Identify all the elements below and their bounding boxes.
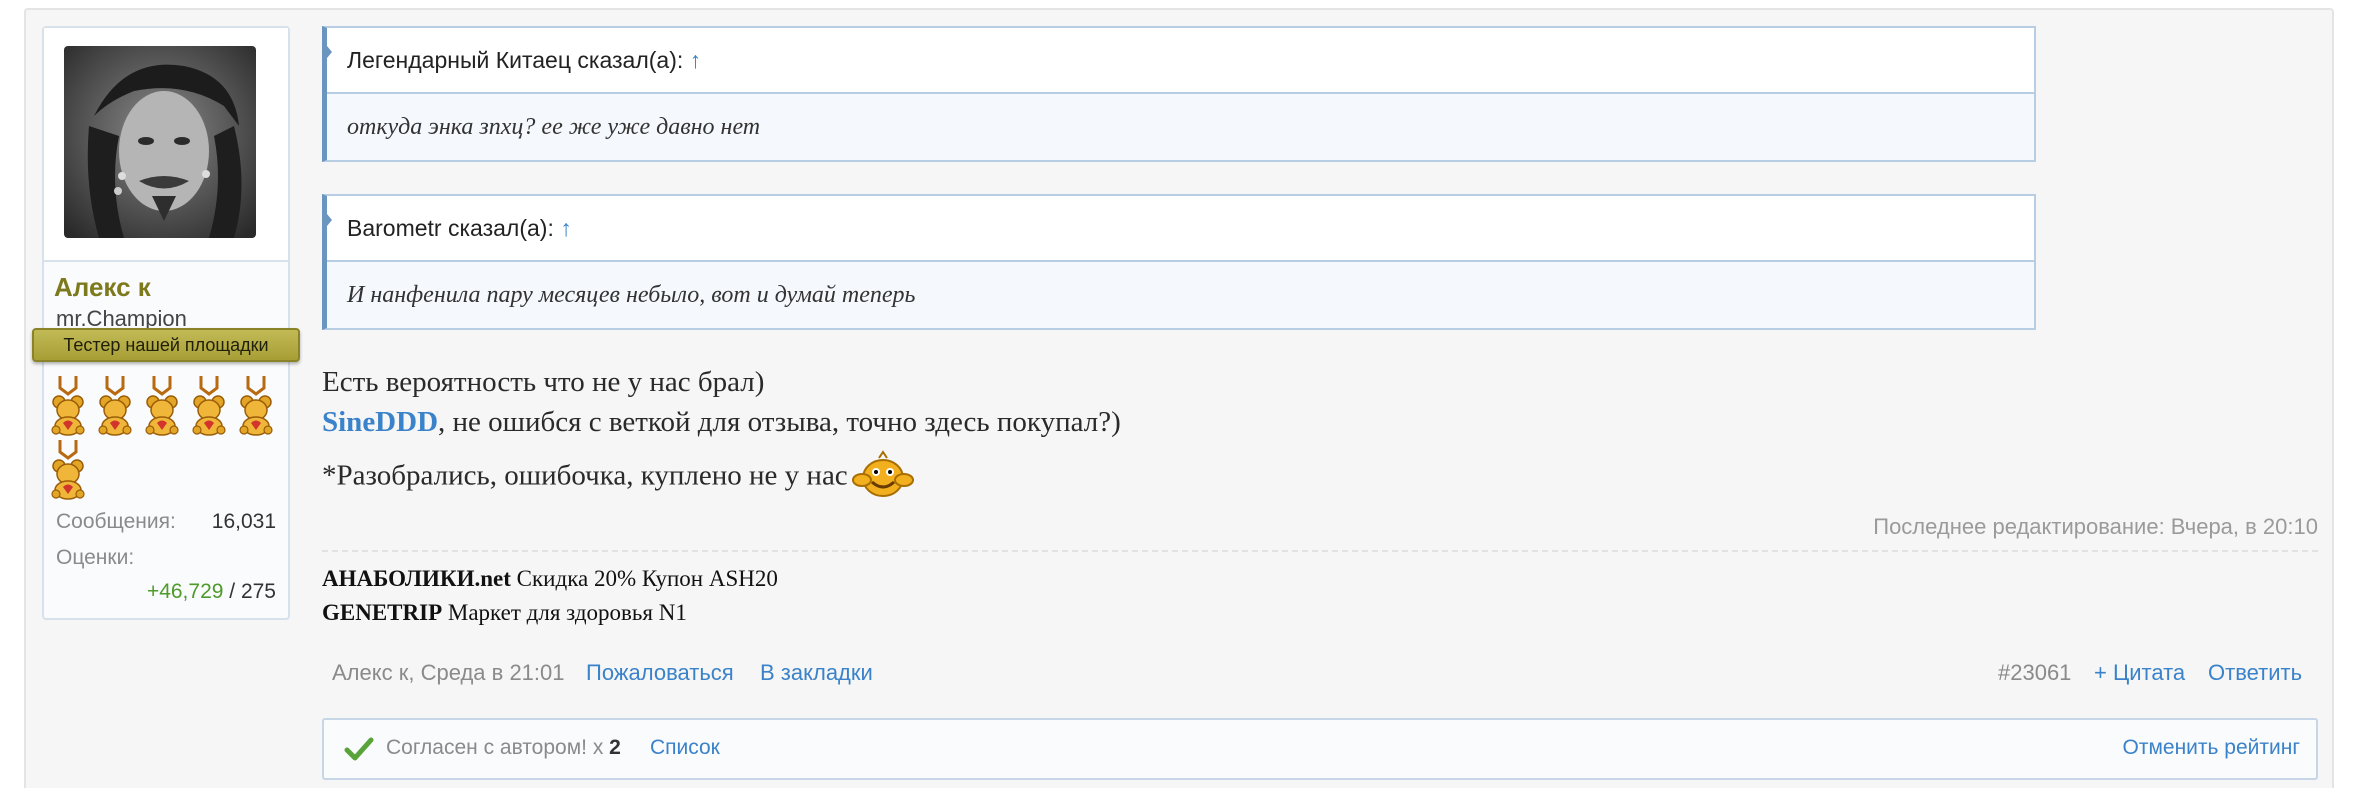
- user-mention-link[interactable]: SineDDD: [322, 406, 438, 438]
- likes-count: 2: [609, 736, 621, 759]
- trophy-medal-icon[interactable]: [91, 374, 138, 438]
- quote-author: Легендарный Китаец сказал(а):: [347, 47, 684, 73]
- message-line: SineDDD, не ошибся с веткой для отзыва, …: [322, 406, 1121, 439]
- stat-ratings-label: Оценки:: [56, 546, 135, 569]
- trophy-medal-icon[interactable]: [185, 374, 232, 438]
- message-line: Есть вероятность что не у нас брал): [322, 366, 765, 398]
- trophy-medal-icon[interactable]: [232, 374, 279, 438]
- likes-bar: Согласен с автором! x 2 Список Отменить …: [322, 718, 2318, 780]
- bookmark-link[interactable]: В закладки: [760, 660, 873, 686]
- quote-block: Легендарный Китаец сказал(а): ↑ откуда э…: [322, 26, 2036, 162]
- signature-text: Скидка 20% Купон ASH20: [510, 566, 778, 591]
- likes-text: Согласен с автором! x: [386, 736, 610, 759]
- quote-block: Barometr сказал(а): ↑ И нанфенила пару м…: [322, 194, 2036, 330]
- likes-summary: Согласен с автором! x 2: [386, 736, 621, 760]
- message-text: *Разобрались, ошибочка, куплено не у нас: [322, 459, 848, 492]
- username[interactable]: Алекс к: [54, 272, 151, 303]
- stat-ratings: Оценки:: [56, 546, 276, 582]
- message-line: *Разобрались, ошибочка, куплено не у нас: [322, 450, 914, 506]
- quote-source-link[interactable]: ↑: [560, 215, 572, 241]
- signature-divider: [322, 550, 2318, 552]
- quote-author: Barometr сказал(а):: [347, 215, 554, 241]
- trophy-medal-icon[interactable]: [138, 374, 185, 438]
- stat-messages: Сообщения: 16,031: [56, 510, 276, 546]
- message-text: , не ошибся с веткой для отзыва, точно з…: [438, 406, 1121, 438]
- report-link[interactable]: Пожаловаться: [586, 660, 734, 686]
- quote-header: Barometr сказал(а): ↑: [322, 196, 2034, 262]
- quote-text: И нанфенила пару месяцев небыло, вот и д…: [347, 282, 916, 308]
- trophy-medal-icon[interactable]: [44, 438, 91, 502]
- avatar[interactable]: [64, 46, 256, 238]
- signature-line[interactable]: АНАБОЛИКИ.net Скидка 20% Купон ASH20: [322, 566, 778, 592]
- trophy-list: [44, 374, 280, 502]
- ratings-total: 275: [240, 580, 276, 603]
- quote-text: откуда энка зпхц? ее же уже давно нет: [347, 114, 761, 140]
- signature-text: Маркет для здоровья N1: [442, 600, 687, 625]
- stat-messages-value[interactable]: 16,031: [212, 510, 276, 534]
- quote-button[interactable]: + Цитата: [2094, 660, 2185, 686]
- reply-button[interactable]: Ответить: [2208, 660, 2302, 686]
- cancel-rating-link[interactable]: Отменить рейтинг: [2123, 736, 2301, 760]
- signature-brand: GENETRIP: [322, 600, 443, 625]
- quote-header: Легендарный Китаец сказал(а): ↑: [322, 28, 2034, 94]
- ratings-separator: /: [223, 580, 241, 603]
- ratings-positive: +46,729: [146, 580, 224, 603]
- post-number-link[interactable]: #23061: [1998, 660, 2071, 686]
- trophy-medal-icon[interactable]: [44, 374, 91, 438]
- signature-brand: АНАБОЛИКИ.net: [322, 566, 511, 591]
- avatar-box: [44, 28, 288, 262]
- stat-messages-label: Сообщения:: [56, 510, 176, 533]
- smiley-icon: [851, 450, 914, 506]
- quote-source-link[interactable]: ↑: [690, 47, 702, 73]
- stat-ratings-value: +46,729 / 275: [147, 580, 276, 604]
- last-edit-note: Последнее редактирование: Вчера, в 20:10: [1873, 514, 2318, 539]
- post-author-date[interactable]: Алекс к, Среда в 21:01: [332, 660, 565, 686]
- checkmark-icon: [344, 736, 374, 768]
- likes-list-link[interactable]: Список: [650, 736, 720, 760]
- signature-line[interactable]: GENETRIP Маркет для здоровья N1: [322, 600, 687, 626]
- user-banner: Тестер нашей площадки: [32, 328, 300, 362]
- user-stats: Сообщения: 16,031 Оценки: +46,729 / 275: [56, 510, 276, 603]
